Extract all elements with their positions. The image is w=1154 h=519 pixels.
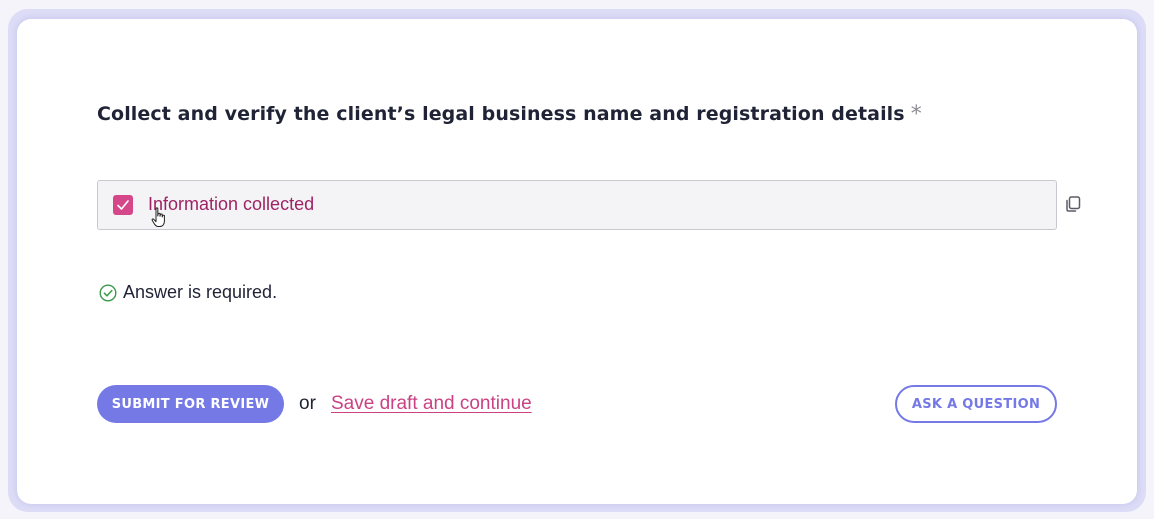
question-title: Collect and verify the client’s legal bu…: [97, 101, 922, 127]
submit-for-review-button[interactable]: SUBMIT FOR REVIEW: [97, 385, 284, 423]
required-asterisk: *: [910, 102, 922, 127]
validation-message: Answer is required.: [99, 282, 277, 303]
question-text: Collect and verify the client’s legal bu…: [97, 103, 905, 125]
answer-label[interactable]: Information collected: [148, 194, 314, 215]
copy-icon[interactable]: [1064, 195, 1082, 213]
hand-cursor-icon: [151, 207, 165, 227]
ask-question-button[interactable]: ASK A QUESTION: [895, 385, 1057, 423]
save-draft-link[interactable]: Save draft and continue: [331, 393, 532, 415]
check-circle-icon: [99, 283, 117, 302]
checkmark-icon: [117, 200, 129, 210]
or-separator: or: [299, 393, 316, 414]
question-card: Collect and verify the client’s legal bu…: [17, 19, 1137, 504]
answer-checkbox[interactable]: [113, 195, 133, 215]
validation-text: Answer is required.: [123, 282, 278, 302]
answer-option[interactable]: Information collected: [97, 180, 1057, 230]
